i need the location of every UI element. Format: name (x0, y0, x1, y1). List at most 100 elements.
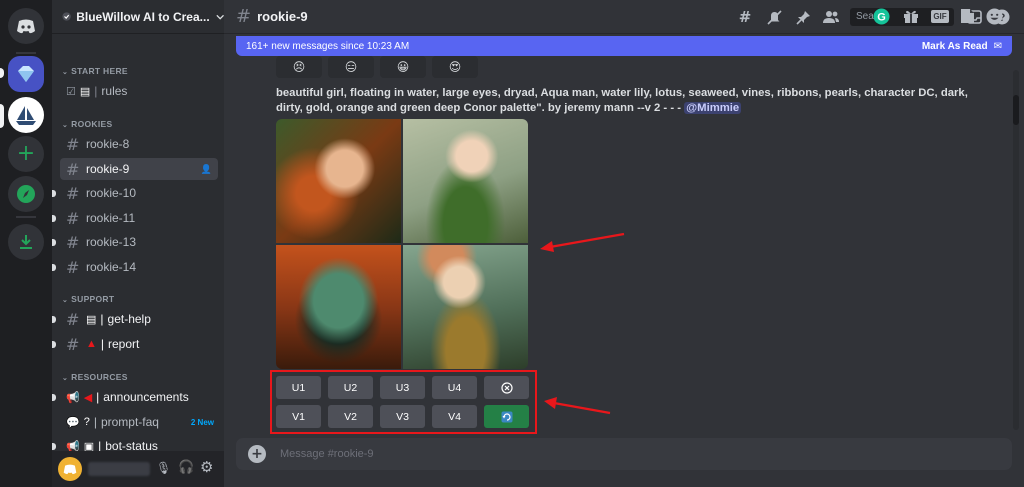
new-badge: 2 New (190, 417, 214, 427)
chevron-down-icon (216, 14, 224, 20)
channel-report[interactable]: # ▲ | report (52, 333, 218, 355)
variation-1-button[interactable]: V1 (276, 405, 321, 428)
invite-icon[interactable]: 👤 (201, 164, 212, 175)
image-tile-4 (403, 245, 528, 369)
members-icon[interactable] (823, 9, 839, 25)
guild-header[interactable]: BlueWillow AI to Crea... (52, 0, 224, 34)
channel-label: rookie-8 (86, 137, 130, 151)
grammarly-icon[interactable]: G (872, 7, 890, 25)
reaction-expressionless[interactable]: 😑 (328, 56, 374, 78)
channel-label: rules (101, 84, 128, 98)
category-support[interactable]: ⌄ SUPPORT (62, 294, 114, 304)
reroll-button[interactable] (484, 405, 529, 428)
threads-icon[interactable]: # (737, 8, 753, 26)
generated-image-grid[interactable] (276, 119, 528, 369)
category-label: ROOKIES (71, 119, 113, 129)
attach-button[interactable]: + (248, 445, 266, 463)
channel-prompt-faq[interactable]: 💬? | prompt-faq 2 New (60, 411, 218, 433)
channel-rookie-14[interactable]: # rookie-14 (52, 256, 218, 278)
upscale-1-button[interactable]: U1 (276, 376, 321, 399)
channel-announcements[interactable]: 📢 ◀ | announcements (52, 386, 218, 408)
reaction-persevere[interactable]: 😣 (276, 56, 322, 78)
unread-dot (52, 316, 56, 323)
button-label: U1 (291, 381, 306, 394)
annotation-arrow-grid (540, 232, 625, 252)
variation-button-row: V1 V2 V3 V4 (276, 405, 529, 428)
forum-icon: 💬 (66, 416, 80, 429)
mute-icon[interactable] (766, 9, 782, 25)
category-rookies[interactable]: ⌄ ROOKIES (62, 119, 112, 129)
channel-rookie-9[interactable]: # rookie-9 👤 (60, 158, 218, 180)
upscale-button-row: U1 U2 U3 U4 (276, 376, 529, 399)
divider: | (100, 312, 104, 326)
gif-icon[interactable]: GIF (931, 7, 949, 25)
avatar[interactable] (58, 457, 82, 481)
upscale-4-button[interactable]: U4 (432, 376, 477, 399)
unread-dot (52, 394, 56, 401)
emoji-icon[interactable] (985, 7, 1003, 25)
siren-icon: ▲ (86, 338, 97, 350)
channel-rookie-8[interactable]: # rookie-8 (60, 133, 218, 155)
category-start-here[interactable]: ⌄ START HERE (62, 66, 128, 76)
compass-icon (17, 185, 35, 203)
channel-get-help[interactable]: # ▤ | get-help (52, 308, 218, 330)
gift-icon[interactable] (902, 7, 920, 25)
hash-icon: # (66, 134, 80, 154)
pin-icon[interactable] (795, 9, 811, 25)
channel-sidebar: BlueWillow AI to Crea... ⌄ START HERE ☑ ▤… (52, 0, 224, 487)
channel-rules[interactable]: ☑ ▤ | rules (60, 80, 218, 102)
hash-icon: # (66, 334, 80, 354)
scrollbar-thumb[interactable] (1013, 95, 1019, 125)
prompt-text: beautiful girl, floating in water, large… (276, 87, 968, 114)
channel-label: get-help (107, 312, 151, 326)
mark-as-read-button[interactable]: Mark As Read ✉ (922, 41, 1002, 52)
server-bluewillow[interactable] (8, 97, 44, 133)
refresh-icon (501, 411, 512, 422)
channel-rookie-13[interactable]: # rookie-13 (52, 231, 218, 253)
divider: | (100, 337, 105, 351)
reaction-grinning[interactable]: 😀 (380, 56, 426, 78)
plus-icon: + (16, 141, 36, 166)
diamond-server-icon (18, 66, 34, 82)
plus-icon: + (251, 446, 263, 462)
emoji: 😍 (448, 60, 462, 74)
upscale-2-button[interactable]: U2 (328, 376, 373, 399)
variation-3-button[interactable]: V3 (380, 405, 425, 428)
upscale-3-button[interactable]: U3 (380, 376, 425, 399)
variation-4-button[interactable]: V4 (432, 405, 477, 428)
download-button[interactable] (8, 224, 44, 260)
delete-button[interactable] (484, 376, 529, 399)
divider: | (94, 84, 98, 98)
page-icon: ▤ (79, 85, 91, 98)
hash-icon: # (66, 232, 80, 252)
unread-dot (52, 215, 56, 222)
hash-icon: # (66, 309, 80, 329)
divider: | (93, 415, 97, 429)
mic-muted-icon[interactable]: 🎙 (156, 461, 171, 475)
explore-button[interactable] (8, 176, 44, 212)
channel-rookie-10[interactable]: # rookie-10 (52, 182, 218, 204)
headphones-icon[interactable]: 🎧 (178, 460, 194, 475)
add-server-button[interactable]: + (8, 136, 44, 172)
user-mention[interactable]: @Mimmie (684, 102, 742, 114)
channel-rookie-11[interactable]: # rookie-11 (52, 207, 218, 229)
new-messages-banner[interactable]: 161+ new messages since 10:23 AM Mark As… (236, 36, 1012, 56)
reaction-heart-eyes[interactable]: 😍 (432, 56, 478, 78)
variation-2-button[interactable]: V2 (328, 405, 373, 428)
emoji: 😣 (292, 60, 306, 74)
home-button[interactable] (8, 8, 44, 44)
divider: | (96, 390, 100, 404)
emoji: 😀 (396, 60, 410, 74)
hash-icon: # (66, 257, 80, 277)
category-resources[interactable]: ⌄ RESOURCES (62, 372, 128, 382)
sticker-icon[interactable] (958, 7, 976, 25)
category-label: RESOURCES (71, 372, 128, 382)
message-input[interactable] (280, 448, 840, 460)
settings-icon[interactable]: ⚙ (200, 458, 213, 476)
image-tile-1 (276, 119, 401, 243)
button-label: U2 (343, 381, 358, 394)
message-content: beautiful girl, floating in water, large… (276, 86, 996, 116)
rail-separator (16, 52, 36, 54)
server-diamond[interactable] (8, 56, 44, 92)
channel-title: rookie-9 (257, 9, 308, 24)
